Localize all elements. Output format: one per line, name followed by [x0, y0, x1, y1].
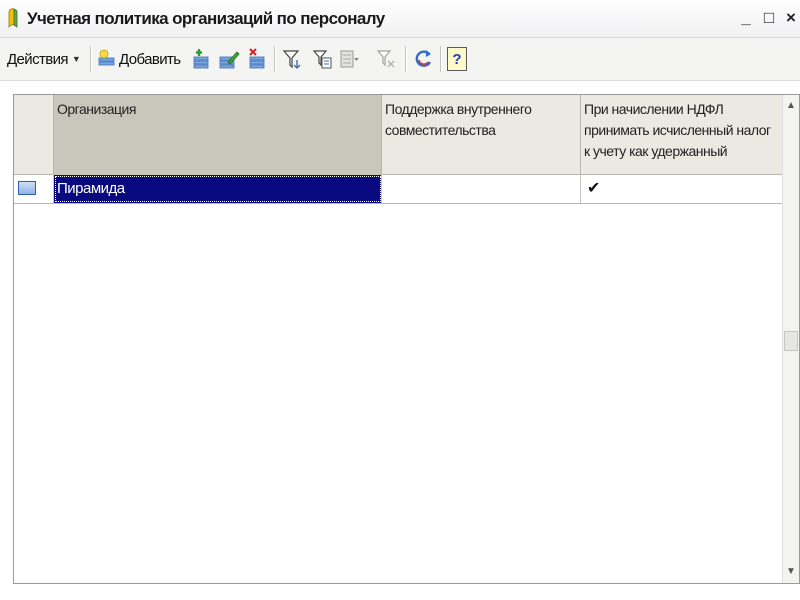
edit-icon[interactable]: [218, 48, 240, 70]
column-header-organization[interactable]: Организация: [54, 95, 382, 175]
internal-part-time-cell[interactable]: [382, 175, 581, 203]
data-table: Организация Поддержка внутреннего совмес…: [13, 94, 800, 584]
toolbar-separator: [274, 46, 276, 72]
add-copy-icon[interactable]: [190, 48, 212, 70]
column-header-marker[interactable]: [14, 95, 54, 175]
minimize-button[interactable]: _: [737, 7, 755, 29]
ndfl-as-withheld-cell[interactable]: ✔: [581, 175, 782, 203]
column-header-ndfl-as-withheld[interactable]: При начислении НДФЛ принимать исчисленны…: [581, 95, 782, 175]
add-button[interactable]: Добавить: [97, 47, 181, 71]
filter-list-icon[interactable]: [311, 48, 333, 70]
app-window: Учетная политика организаций по персонал…: [0, 0, 800, 600]
actions-menu-label: Действия: [7, 50, 69, 68]
row-marker-cell[interactable]: [14, 175, 54, 203]
filter-dropdown-icon[interactable]: [338, 48, 360, 70]
close-button[interactable]: ×: [782, 7, 800, 29]
table-row[interactable]: Пирамида ✔: [14, 175, 782, 204]
organization-cell[interactable]: Пирамида: [54, 175, 382, 203]
scroll-down-button[interactable]: ▼: [783, 563, 799, 581]
title-bar: Учетная политика организаций по персонал…: [0, 0, 800, 38]
help-button[interactable]: ?: [447, 47, 467, 71]
app-icon: [8, 8, 18, 29]
add-icon: [98, 49, 115, 66]
help-icon: ?: [452, 50, 462, 68]
chevron-down-icon: ▼: [71, 54, 81, 64]
refresh-icon[interactable]: [413, 48, 435, 70]
toolbar-separator: [405, 46, 407, 72]
add-button-label: Добавить: [119, 50, 181, 68]
filter-icon[interactable]: [281, 48, 303, 70]
scroll-up-button[interactable]: ▲: [783, 97, 799, 115]
toolbar-separator: [90, 46, 92, 72]
clear-filter-icon[interactable]: [375, 48, 397, 70]
table-header: Организация Поддержка внутреннего совмес…: [14, 95, 782, 175]
vertical-scrollbar[interactable]: ▲ ▼: [782, 95, 799, 583]
actions-menu-button[interactable]: Действия ▼: [7, 47, 81, 71]
scrollbar-thumb[interactable]: [784, 331, 798, 351]
toolbar-separator: [440, 46, 442, 72]
checkmark-icon: ✔: [587, 180, 600, 197]
record-icon: [18, 181, 36, 195]
delete-icon[interactable]: [246, 48, 268, 70]
toolbar: Действия ▼ Добавить ?: [0, 38, 800, 81]
window-title: Учетная политика организаций по персонал…: [27, 9, 385, 28]
column-header-internal-part-time[interactable]: Поддержка внутреннего совместительства: [382, 95, 581, 175]
maximize-button[interactable]: □: [760, 7, 778, 29]
